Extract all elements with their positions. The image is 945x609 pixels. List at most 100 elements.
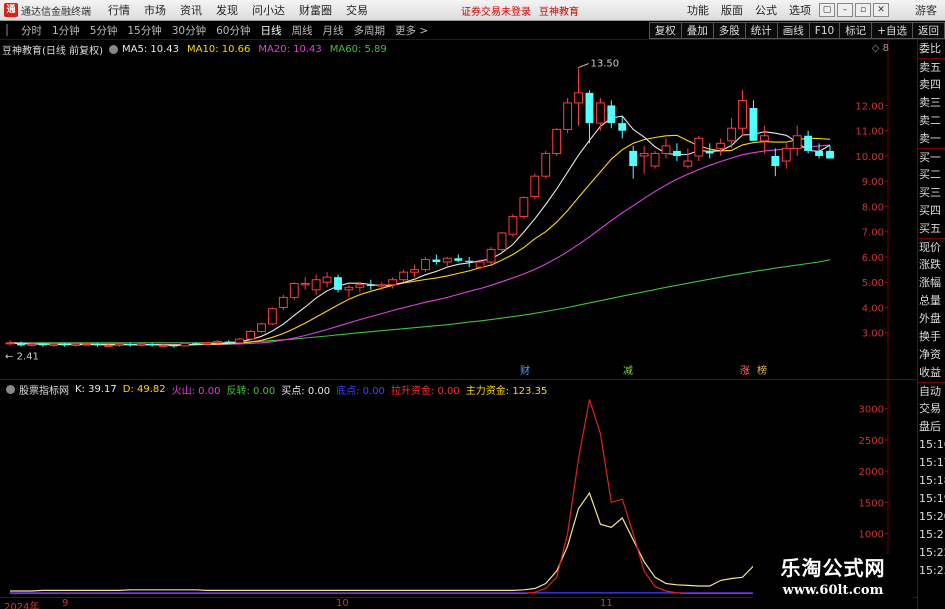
side-panel-item[interactable]: 外盘 (918, 310, 945, 328)
ma5-label: MA5: 10.43 (121, 43, 179, 55)
settings-dot-icon[interactable] (108, 44, 118, 54)
add-watchlist-button[interactable]: +自选 (871, 22, 912, 39)
candle-body (322, 276, 332, 283)
period-tab-daily[interactable]: 日线 (256, 23, 287, 38)
side-panel-item[interactable]: 买五 (918, 220, 945, 238)
side-panel-item[interactable]: 委比 (918, 40, 945, 58)
app-title: 通达信金融终端 (21, 6, 91, 18)
side-panel-item[interactable]: 15:19 (918, 490, 945, 508)
menu-discover[interactable]: 发现 (209, 0, 245, 21)
period-tab-15min[interactable]: 15分钟 (122, 23, 166, 38)
login-status-link[interactable]: 证券交易未登录 (461, 3, 531, 18)
period-tab-60min[interactable]: 60分钟 (211, 23, 255, 38)
period-tab-30min[interactable]: 30分钟 (167, 23, 211, 38)
price-tick-label: 4.00 (862, 303, 884, 314)
chart-corner-icons[interactable]: ◇ 8 (872, 43, 889, 54)
indicator-tick-label: 3000 (859, 405, 884, 416)
candle-body (497, 232, 507, 250)
side-panel-item[interactable]: 15:17 (918, 454, 945, 472)
main-candlestick-chart[interactable]: 豆神教育(日线 前复权) MA5: 10.43 MA10: 10.66 MA20… (0, 40, 917, 379)
statistics-button[interactable]: 统计 (744, 22, 777, 39)
menu-market[interactable]: 行情 (101, 0, 137, 21)
period-tab-more[interactable]: 更多 > (390, 23, 433, 38)
side-panel-item[interactable]: 交易 (918, 400, 945, 418)
high-pointer (578, 63, 589, 69)
period-tab-monthly[interactable]: 月线 (318, 23, 349, 38)
candle-body (661, 145, 671, 154)
guest-user-link[interactable]: 游客 (915, 2, 937, 18)
menu-markets[interactable]: 市场 (137, 0, 173, 21)
minimize-icon[interactable]: – (837, 3, 853, 17)
event-marker: 减 (623, 365, 633, 377)
side-panel-item[interactable]: 买二 (918, 166, 945, 184)
side-panel-item[interactable]: 自动 (918, 382, 945, 400)
candle-body (738, 99, 747, 129)
side-panel-item[interactable]: 15:16 (918, 436, 945, 454)
side-panel-item[interactable]: 15:20 (918, 508, 945, 526)
promo-link[interactable]: 豆神教育 (539, 3, 579, 18)
side-panel-item[interactable]: 卖二 (918, 112, 945, 130)
high-price-label: 13.50 (591, 59, 620, 70)
side-panel-item[interactable]: 换手 (918, 328, 945, 346)
menu-layout[interactable]: 版面 (715, 2, 749, 18)
ma5-line (9, 115, 831, 346)
menu-wealth[interactable]: 财富圈 (292, 0, 339, 21)
draw-line-button[interactable]: 画线 (776, 22, 809, 39)
event-marker: 涨 (740, 365, 750, 377)
f10-button[interactable]: F10 (808, 22, 840, 39)
side-panel-item[interactable]: 涨跌 (918, 256, 945, 274)
close-icon[interactable]: ✕ (873, 3, 889, 17)
menu-function[interactable]: 功能 (681, 2, 715, 18)
side-panel-item[interactable]: 净资 (918, 346, 945, 364)
maximize-icon[interactable]: ▫ (855, 3, 871, 17)
side-panel-item[interactable]: 15:23 (918, 562, 945, 580)
indicator-settings-icon[interactable] (6, 384, 15, 394)
side-panel-item[interactable]: 现价 (918, 238, 945, 256)
side-panel-item[interactable]: 总量 (918, 292, 945, 310)
menu-options[interactable]: 选项 (783, 2, 817, 18)
menu-ask[interactable]: 问小达 (245, 0, 292, 21)
indicator-name[interactable]: 股票指标网 (19, 382, 69, 397)
main-chart-header: 豆神教育(日线 前复权) MA5: 10.43 MA10: 10.66 MA20… (0, 42, 395, 57)
side-panel-item[interactable]: 卖四 (918, 76, 945, 94)
side-panel-item[interactable]: 15:22 (918, 544, 945, 562)
side-panel-item[interactable]: 15:18 (918, 472, 945, 490)
side-panel-item[interactable]: 收益 (918, 364, 945, 382)
menu-news[interactable]: 资讯 (173, 0, 209, 21)
period-tab-1min[interactable]: 1分钟 (47, 23, 85, 38)
side-panel-item[interactable]: 买四 (918, 202, 945, 220)
restore-window-icon[interactable]: ▢ (819, 3, 835, 17)
indicator-yellow-line (10, 491, 831, 592)
period-tab-timeshare[interactable]: 分时 (16, 23, 47, 38)
indicator-main-fund-value: 主力资金: 123.35 (465, 385, 548, 397)
candle-body (49, 343, 59, 346)
candle-body (618, 123, 627, 131)
candle-body (267, 308, 277, 325)
right-menu: 功能 版面 公式 选项 ▢ – ▫ ✕ 游客 (681, 2, 945, 18)
candle-body (508, 216, 518, 235)
adjust-button[interactable]: 复权 (648, 22, 681, 39)
multi-stock-button[interactable]: 多股 (712, 22, 745, 39)
ma20-label: MA20: 10.43 (258, 43, 322, 55)
menu-formula[interactable]: 公式 (749, 2, 783, 18)
side-panel-item[interactable]: 卖五 (918, 58, 945, 76)
mark-button[interactable]: 标记 (839, 22, 872, 39)
back-button[interactable]: 返回 (912, 22, 945, 39)
menu-trade[interactable]: 交易 (339, 0, 375, 21)
side-panel-item[interactable]: 盘后 (918, 418, 945, 436)
side-panel-item[interactable]: 卖一 (918, 130, 945, 148)
side-panel-item[interactable]: 15:21 (918, 526, 945, 544)
stock-title[interactable]: 豆神教育(日线 前复权) (2, 42, 103, 57)
side-panel-item[interactable]: 卖三 (918, 94, 945, 112)
side-panel-item[interactable]: 涨幅 (918, 274, 945, 292)
price-tick-label: 12.00 (855, 101, 884, 112)
period-tab-weekly[interactable]: 周线 (287, 23, 318, 38)
period-tab-5min[interactable]: 5分钟 (85, 23, 123, 38)
indicator-k-value: K: 39.17 (75, 383, 117, 395)
candle-body (530, 175, 540, 197)
candle-body (650, 152, 660, 167)
period-tab-multi[interactable]: 多周期 (349, 23, 391, 38)
overlay-button[interactable]: 叠加 (680, 22, 713, 39)
side-panel-item[interactable]: 买一 (918, 148, 945, 166)
side-panel-item[interactable]: 买三 (918, 184, 945, 202)
